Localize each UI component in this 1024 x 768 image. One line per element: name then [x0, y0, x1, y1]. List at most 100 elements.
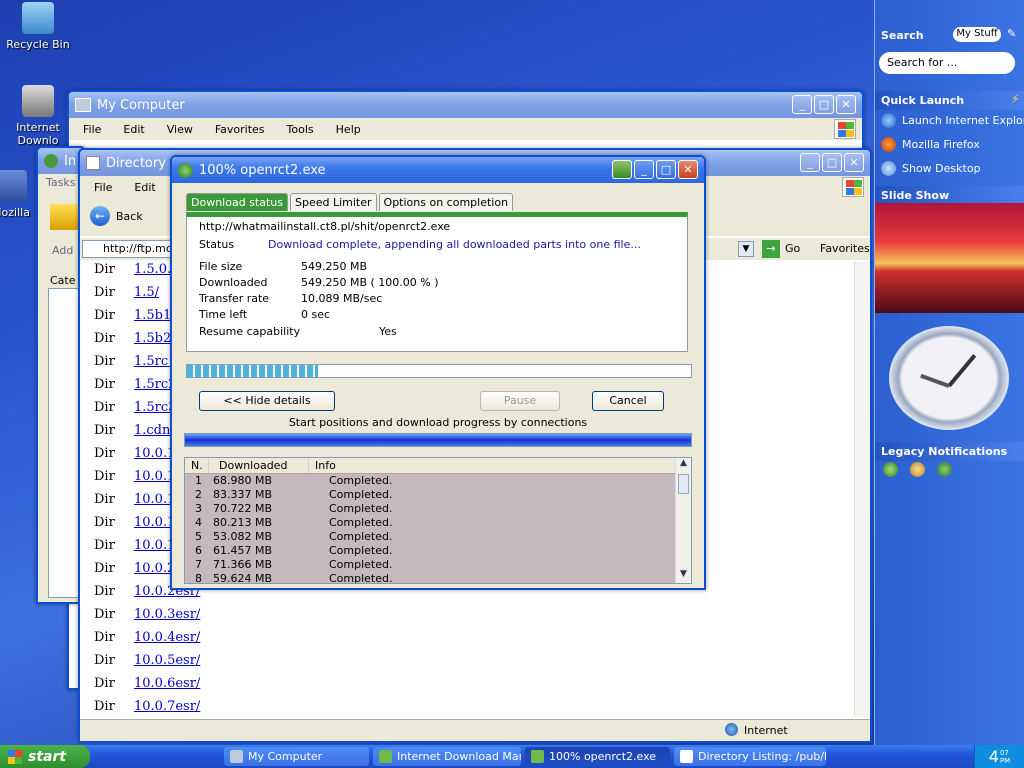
mozilla-shortcut[interactable]: Mozilla	[0, 170, 36, 219]
menu-edit[interactable]: Edit	[134, 181, 155, 194]
connection-row[interactable]: 1 68.980 MB Completed.	[185, 474, 691, 488]
download-title: 100% openrct2.exe	[199, 162, 326, 178]
page-icon	[680, 750, 693, 763]
show-desktop-icon	[881, 161, 896, 176]
task-directory-listing[interactable]: Directory Listing: /pub/l	[674, 747, 826, 766]
task-my-computer[interactable]: My Computer	[224, 747, 369, 766]
task-label: Directory Listing: /pub/l	[698, 750, 826, 763]
connection-row[interactable]: 8 59.624 MB Completed.	[185, 572, 691, 583]
connection-row[interactable]: 2 83.337 MB Completed.	[185, 488, 691, 502]
hide-details-button[interactable]: << Hide details	[199, 391, 335, 411]
directory-link[interactable]: 1.5.0.	[134, 262, 171, 277]
directory-link[interactable]: 10.0.7esr/	[134, 699, 200, 714]
status-value: Download complete, appending all downloa…	[268, 238, 641, 251]
start-button[interactable]: start	[0, 745, 90, 768]
scroll-up-arrow-icon[interactable]: ▲	[676, 458, 691, 472]
entry-type: Dir	[94, 354, 115, 369]
download-titlebar[interactable]: 100% openrct2.exe _ □ ✕	[172, 157, 704, 183]
sidebar-search-label: Search	[881, 29, 924, 42]
sidebar-search-input[interactable]: Search for ...	[879, 52, 1015, 74]
menu-help[interactable]: Help	[336, 123, 361, 136]
idm-tasks-label[interactable]: Tasks	[46, 176, 75, 189]
system-clock[interactable]: 4 07 PM	[974, 745, 1024, 768]
film-reel-icon	[22, 85, 54, 117]
scroll-down-arrow-icon[interactable]: ▼	[676, 569, 691, 583]
idm-add-label[interactable]: Add	[52, 244, 73, 257]
connection-row[interactable]: 4 80.213 MB Completed.	[185, 516, 691, 530]
directory-link[interactable]: 10.0.4esr/	[134, 630, 200, 645]
back-arrow-icon[interactable]: ←	[90, 206, 110, 226]
minimize-button[interactable]: _	[792, 95, 812, 114]
pause-button[interactable]: Pause	[480, 391, 560, 411]
maximize-button[interactable]: □	[822, 153, 842, 172]
back-button[interactable]: Back	[116, 210, 143, 223]
address-input[interactable]: http://ftp.mo:	[82, 240, 172, 258]
directory-link[interactable]: 10.0.3esr/	[134, 607, 200, 622]
maximize-button[interactable]: □	[656, 160, 676, 179]
tray-icon-button[interactable]	[612, 160, 632, 179]
go-arrow-icon[interactable]: →	[762, 240, 780, 258]
quick-launch-firefox[interactable]: Mozilla Firefox	[875, 134, 1024, 155]
clock-ampm: PM	[999, 756, 1011, 765]
my-stuff-button[interactable]: My Stuff	[953, 27, 1001, 42]
connection-row[interactable]: 3 70.722 MB Completed.	[185, 502, 691, 516]
download-tray-icon[interactable]	[937, 462, 952, 477]
go-button[interactable]: Go	[785, 242, 800, 255]
directory-row: Dir 10.0.1	[94, 538, 175, 553]
menu-file[interactable]: File	[94, 181, 112, 194]
menu-edit[interactable]: Edit	[123, 123, 144, 136]
entry-type: Dir	[94, 308, 115, 323]
close-button[interactable]: ✕	[836, 95, 856, 114]
scroll-thumb[interactable]	[678, 474, 689, 494]
pin-icon[interactable]: ✎	[1007, 27, 1021, 41]
connection-number: 7	[195, 558, 202, 571]
column-number[interactable]: N.	[185, 458, 209, 473]
recycle-bin-icon[interactable]: Recycle Bin	[3, 2, 73, 51]
tab-speed-limiter[interactable]: Speed Limiter	[289, 193, 377, 211]
close-button[interactable]: ✕	[678, 160, 698, 179]
task-download-dialog[interactable]: 100% openrct2.exe	[525, 747, 670, 766]
directory-row: Dir 1.5rc3	[94, 400, 176, 415]
connection-row[interactable]: 5 53.082 MB Completed.	[185, 530, 691, 544]
connection-row[interactable]: 7 71.366 MB Completed.	[185, 558, 691, 572]
directory-link[interactable]: 1.5/	[134, 285, 159, 300]
quick-launch-label: Quick Launch	[881, 94, 965, 107]
directory-link[interactable]: 1.5b2	[134, 331, 171, 346]
menu-tools[interactable]: Tools	[287, 123, 314, 136]
connection-downloaded: 71.366 MB	[213, 558, 273, 571]
menu-view[interactable]: View	[167, 123, 193, 136]
tab-options-on-completion[interactable]: Options on completion	[378, 193, 514, 211]
favorites-link[interactable]: Favorites	[820, 242, 870, 255]
vertical-scrollbar[interactable]	[854, 262, 870, 717]
network-tray-icon[interactable]	[910, 462, 925, 477]
my-computer-titlebar[interactable]: My Computer _ □ ✕	[69, 92, 862, 118]
column-info[interactable]: Info	[309, 458, 691, 473]
maximize-button[interactable]: □	[814, 95, 834, 114]
slide-show-image[interactable]	[875, 203, 1024, 313]
directory-link[interactable]: 10.0.6esr/	[134, 676, 200, 691]
download-progress-dialog[interactable]: 100% openrct2.exe _ □ ✕ Download status …	[170, 155, 706, 590]
internet-download-shortcut[interactable]: Internet Downlo	[3, 85, 73, 147]
quick-launch-show-desktop[interactable]: Show Desktop	[875, 158, 1024, 179]
minimize-button[interactable]: _	[800, 153, 820, 172]
directory-link[interactable]: 1.5b1	[134, 308, 171, 323]
cancel-button[interactable]: Cancel	[592, 391, 664, 411]
idm-tray-icon[interactable]	[883, 462, 898, 477]
connections-progress-bar	[184, 433, 692, 447]
add-url-icon[interactable]	[50, 204, 78, 230]
column-downloaded[interactable]: Downloaded	[209, 458, 309, 473]
close-button[interactable]: ✕	[844, 153, 864, 172]
connections-list[interactable]: N. Downloaded Info 1 68.980 MB Completed. 2…	[184, 457, 692, 584]
connections-scrollbar[interactable]: ▲ ▼	[675, 458, 691, 583]
quick-launch-internet-explorer[interactable]: Launch Internet Explorer	[875, 110, 1024, 131]
menu-file[interactable]: File	[83, 123, 101, 136]
task-internet-download-manager[interactable]: Internet Download Mana	[373, 747, 521, 766]
downloaded-label: Downloaded	[199, 276, 268, 289]
connection-row[interactable]: 6 61.457 MB Completed.	[185, 544, 691, 558]
menu-favorites[interactable]: Favorites	[215, 123, 265, 136]
address-dropdown-chevron-icon[interactable]: ▼	[738, 241, 754, 257]
tab-download-status[interactable]: Download status	[186, 193, 288, 211]
directory-link[interactable]: 1.cdn	[134, 423, 170, 438]
directory-link[interactable]: 10.0.5esr/	[134, 653, 200, 668]
minimize-button[interactable]: _	[634, 160, 654, 179]
